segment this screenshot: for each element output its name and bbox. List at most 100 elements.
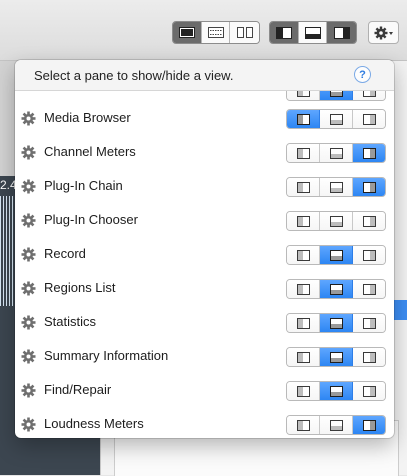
right-pane-option[interactable] xyxy=(353,314,385,332)
gear-icon[interactable] xyxy=(21,145,36,160)
split-view-button[interactable] xyxy=(230,22,259,43)
popover-title: Select a pane to show/hide a view. xyxy=(34,68,234,83)
bottom-pane-option[interactable] xyxy=(320,314,353,332)
view-label: Statistics xyxy=(44,314,97,329)
pane-selector xyxy=(286,347,386,367)
left-pane-icon xyxy=(296,283,310,295)
left-pane-icon xyxy=(275,26,292,39)
right-pane-icon xyxy=(362,147,376,159)
right-pane-toggle[interactable] xyxy=(327,22,356,43)
left-pane-option[interactable] xyxy=(287,416,320,434)
view-label: Summary Information xyxy=(44,348,169,363)
gear-icon[interactable] xyxy=(21,349,36,364)
left-pane-toggle[interactable] xyxy=(270,22,299,43)
bottom-pane-option[interactable] xyxy=(320,110,353,128)
left-pane-option[interactable] xyxy=(287,144,320,162)
view-label: Channel Meters xyxy=(44,144,136,159)
right-pane-option[interactable] xyxy=(353,348,385,366)
left-pane-icon xyxy=(296,113,310,125)
view-row xyxy=(15,81,394,101)
right-pane-option[interactable] xyxy=(353,178,385,196)
right-pane-option[interactable] xyxy=(353,144,385,162)
bottom-pane-icon xyxy=(329,317,343,329)
right-pane-option[interactable] xyxy=(353,382,385,400)
pane-selector xyxy=(286,211,386,231)
view-row: Record xyxy=(15,237,394,271)
left-pane-option[interactable] xyxy=(287,246,320,264)
left-pane-option[interactable] xyxy=(287,280,320,298)
left-pane-icon xyxy=(296,385,310,397)
view-row: Plug-In Chooser xyxy=(15,203,394,237)
view-label: Loudness Meters xyxy=(44,416,144,431)
right-pane-option[interactable] xyxy=(353,212,385,230)
bottom-pane-icon xyxy=(329,181,343,193)
left-pane-option[interactable] xyxy=(287,348,320,366)
bottom-pane-option[interactable] xyxy=(320,348,353,366)
bottom-pane-icon xyxy=(304,26,321,39)
right-pane-icon xyxy=(333,26,350,39)
bottom-pane-icon xyxy=(329,113,343,125)
view-label: Plug-In Chain xyxy=(44,178,123,193)
view-label: Find/Repair xyxy=(44,382,112,397)
view-label: Plug-In Chooser xyxy=(44,212,138,227)
left-pane-icon xyxy=(296,351,310,363)
pane-toggle-control xyxy=(269,21,357,44)
gear-icon[interactable] xyxy=(21,213,36,228)
bottom-pane-option[interactable] xyxy=(320,280,353,298)
single-view-icon xyxy=(178,27,195,38)
view-row: Loudness Meters xyxy=(15,407,394,438)
gear-icon[interactable] xyxy=(21,247,36,262)
gear-icon[interactable] xyxy=(21,417,36,432)
view-pane-popover: Select a pane to show/hide a view. ? Med… xyxy=(15,60,394,438)
gear-icon[interactable] xyxy=(21,111,36,126)
list-view-button[interactable] xyxy=(201,22,231,43)
bottom-pane-icon xyxy=(329,215,343,227)
left-pane-icon xyxy=(296,181,310,193)
left-pane-option[interactable] xyxy=(287,314,320,332)
bottom-pane-option[interactable] xyxy=(320,416,353,434)
gear-icon[interactable] xyxy=(21,281,36,296)
left-pane-icon xyxy=(296,317,310,329)
pane-selector xyxy=(286,143,386,163)
bottom-pane-option[interactable] xyxy=(320,382,353,400)
view-row: Find/Repair xyxy=(15,373,394,407)
bottom-pane-icon xyxy=(329,283,343,295)
left-pane-option[interactable] xyxy=(287,178,320,196)
bottom-pane-option[interactable] xyxy=(320,212,353,230)
selection-strip xyxy=(392,300,407,320)
left-pane-icon xyxy=(296,147,310,159)
right-pane-option[interactable] xyxy=(353,280,385,298)
view-row: Media Browser xyxy=(15,101,394,135)
right-pane-option[interactable] xyxy=(353,416,385,434)
bottom-pane-icon xyxy=(329,351,343,363)
pane-selector xyxy=(286,245,386,265)
right-pane-icon xyxy=(362,249,376,261)
view-label: Media Browser xyxy=(44,110,131,125)
right-pane-option[interactable] xyxy=(353,246,385,264)
popover-header: Select a pane to show/hide a view. ? xyxy=(15,60,394,91)
left-pane-option[interactable] xyxy=(287,212,320,230)
bottom-pane-option[interactable] xyxy=(320,246,353,264)
gear-icon[interactable] xyxy=(21,383,36,398)
bottom-pane-icon xyxy=(329,147,343,159)
split-view-icon xyxy=(236,27,253,38)
right-pane-icon xyxy=(362,385,376,397)
view-label: Regions List xyxy=(44,280,116,295)
bottom-pane-toggle[interactable] xyxy=(298,22,328,43)
help-button[interactable]: ? xyxy=(354,66,371,83)
left-pane-icon xyxy=(296,215,310,227)
gear-icon[interactable] xyxy=(21,315,36,330)
left-pane-icon xyxy=(296,249,310,261)
left-pane-option[interactable] xyxy=(287,382,320,400)
right-pane-option[interactable] xyxy=(353,110,385,128)
action-menu-button[interactable] xyxy=(368,21,399,44)
pane-selector xyxy=(286,381,386,401)
left-pane-option[interactable] xyxy=(287,110,320,128)
single-view-button[interactable] xyxy=(173,22,202,43)
bottom-pane-option[interactable] xyxy=(320,178,353,196)
pane-selector xyxy=(286,313,386,333)
bottom-pane-option[interactable] xyxy=(320,144,353,162)
view-row: Summary Information xyxy=(15,339,394,373)
bottom-pane-icon xyxy=(329,419,343,431)
gear-icon[interactable] xyxy=(21,179,36,194)
